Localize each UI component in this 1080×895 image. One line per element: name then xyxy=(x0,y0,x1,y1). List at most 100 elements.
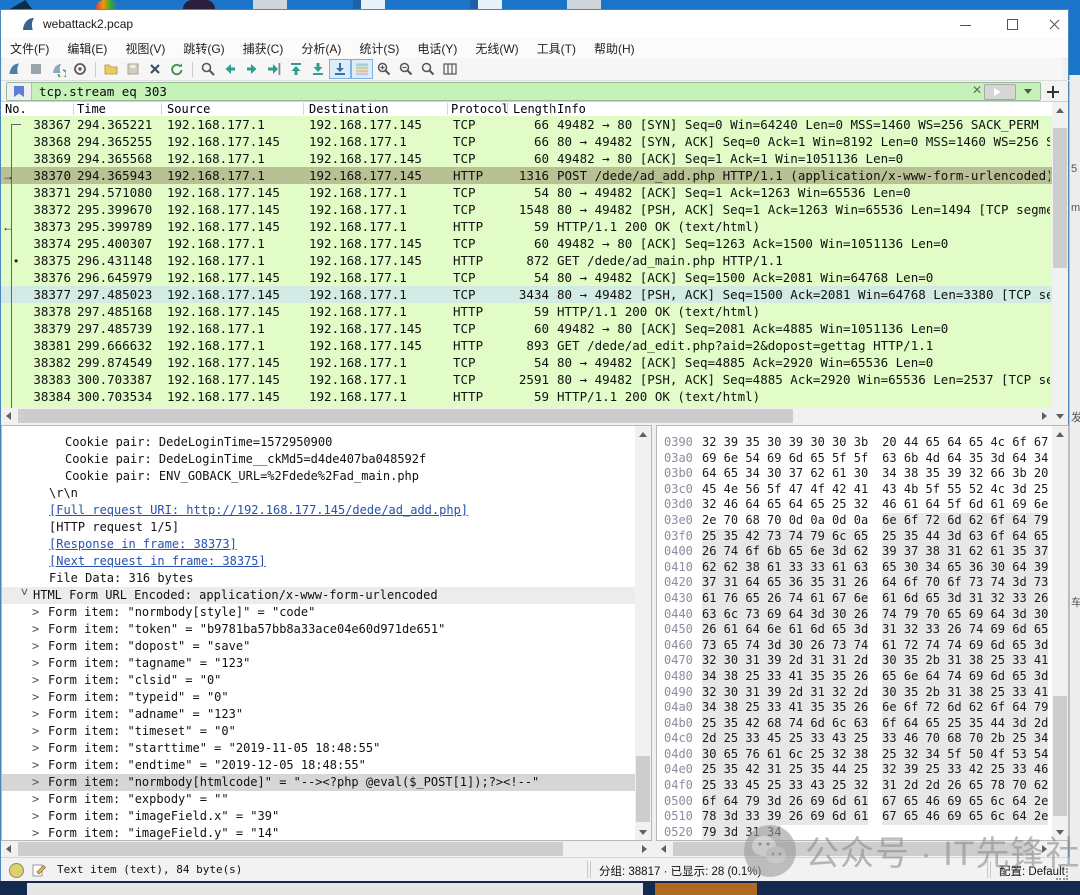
packet-row[interactable]: 38368294.365255192.168.177.145192.168.17… xyxy=(1,133,1052,150)
find-packet-icon[interactable] xyxy=(197,59,219,79)
bytes-vscrollbar[interactable] xyxy=(1052,426,1068,840)
hex-row[interactable]: 03f025 35 42 73 74 79 6c 6525 35 44 3d 6… xyxy=(657,529,1068,545)
column-header-destination[interactable]: Destination xyxy=(309,102,388,116)
scroll-down-arrow[interactable] xyxy=(1052,824,1068,840)
hex-row[interactable]: 03c045 4e 56 5f 47 4f 42 4143 4b 5f 55 5… xyxy=(657,482,1068,498)
detail-line[interactable]: >Form item: "normbody[htmlcode]" = "--><… xyxy=(2,774,651,791)
detail-line[interactable]: >HTML Form URL Encoded: application/x-ww… xyxy=(2,587,651,604)
packet-row[interactable]: 38378297.485168192.168.177.145192.168.17… xyxy=(1,303,1052,320)
colorize-icon[interactable] xyxy=(351,59,373,79)
packet-row[interactable]: 38377297.485023192.168.177.145192.168.17… xyxy=(1,286,1052,303)
menu-item-8[interactable]: 无线(W) xyxy=(466,38,527,57)
scroll-right-arrow[interactable] xyxy=(636,841,652,857)
column-header-no[interactable]: No. xyxy=(5,102,27,116)
expand-icon[interactable]: > xyxy=(32,638,48,655)
scrollbar-thumb[interactable] xyxy=(18,842,563,856)
maximize-button[interactable] xyxy=(996,10,1030,38)
detail-line[interactable]: [Full request URI: http://192.168.177.14… xyxy=(2,502,651,519)
scrollbar-thumb[interactable] xyxy=(673,842,1033,856)
expand-icon[interactable]: > xyxy=(32,689,48,706)
hex-row[interactable]: 040026 74 6f 6b 65 6e 3d 6239 37 38 31 6… xyxy=(657,544,1068,560)
zoom-out-icon[interactable] xyxy=(395,59,417,79)
expand-icon[interactable]: > xyxy=(32,672,48,689)
menu-item-9[interactable]: 工具(T) xyxy=(528,38,585,57)
scroll-down-arrow[interactable] xyxy=(1052,408,1068,424)
column-header-info[interactable]: Info xyxy=(557,102,586,116)
scrollbar-thumb[interactable] xyxy=(1053,696,1067,816)
detail-line[interactable]: >Form item: "typeid" = "0" xyxy=(2,689,651,706)
reload-file-icon[interactable] xyxy=(166,59,188,79)
hex-row[interactable]: 046073 65 74 3d 30 26 73 7461 72 74 74 6… xyxy=(657,638,1068,654)
hex-row[interactable]: 04e025 35 42 31 25 35 44 2532 39 25 33 4… xyxy=(657,762,1068,778)
expand-icon[interactable]: > xyxy=(32,757,48,774)
detail-line[interactable]: >Form item: "timeset" = "0" xyxy=(2,723,651,740)
packet-row[interactable]: 38369294.365568192.168.177.1192.168.177.… xyxy=(1,150,1052,167)
menu-item-6[interactable]: 统计(S) xyxy=(350,38,408,57)
open-file-icon[interactable] xyxy=(100,59,122,79)
scroll-up-arrow[interactable] xyxy=(635,426,651,442)
zoom-in-icon[interactable] xyxy=(373,59,395,79)
restart-capture-icon[interactable] xyxy=(47,59,69,79)
packet-list-hscrollbar[interactable] xyxy=(1,408,1052,424)
scroll-up-arrow[interactable] xyxy=(1052,426,1068,442)
packet-row[interactable]: 38382299.874549192.168.177.145192.168.17… xyxy=(1,354,1052,371)
hex-row[interactable]: 039032 39 35 30 39 30 30 3b20 44 65 64 6… xyxy=(657,435,1068,451)
filter-clear-icon[interactable]: ✕ xyxy=(972,83,982,97)
column-header-protocol[interactable]: Protocol xyxy=(451,102,509,116)
packet-row[interactable]: 38375296.431148192.168.177.1192.168.177.… xyxy=(1,252,1052,269)
packet-list-vscrollbar[interactable] xyxy=(1052,102,1068,424)
menu-item-3[interactable]: 跳转(G) xyxy=(174,38,233,57)
details-vscrollbar[interactable] xyxy=(635,426,651,840)
detail-line[interactable]: >Form item: "dopost" = "save" xyxy=(2,638,651,655)
auto-scroll-icon[interactable] xyxy=(329,59,351,79)
close-file-icon[interactable] xyxy=(144,59,166,79)
detail-line[interactable]: >Form item: "tagname" = "123" xyxy=(2,655,651,672)
hex-row[interactable]: 03d032 46 64 65 64 65 25 3246 61 64 5f 6… xyxy=(657,497,1068,513)
packet-row[interactable]: 38370294.365943192.168.177.1192.168.177.… xyxy=(1,167,1052,184)
detail-line[interactable]: \r\n xyxy=(2,485,651,502)
go-back-icon[interactable] xyxy=(219,59,241,79)
column-separator[interactable] xyxy=(161,103,162,115)
detail-line[interactable]: [Next request in frame: 38375] xyxy=(2,553,651,570)
expand-icon[interactable]: > xyxy=(32,723,48,740)
packet-row[interactable]: 38373295.399789192.168.177.145192.168.17… xyxy=(1,218,1052,235)
profile-status[interactable]: 配置: Default xyxy=(999,863,1065,879)
detail-line[interactable]: >Form item: "imageField.x" = "39" xyxy=(2,808,651,825)
hex-row[interactable]: 04c02d 25 33 45 25 33 43 2533 46 70 68 7… xyxy=(657,731,1068,747)
hex-row[interactable]: 048034 38 25 33 41 35 35 2665 6e 64 74 6… xyxy=(657,669,1068,685)
detail-line[interactable]: >Form item: "endtime" = "2019-12-05 18:4… xyxy=(2,757,651,774)
display-filter-input[interactable]: tcp.stream eq 303 ✕ xyxy=(6,82,1041,101)
hex-row[interactable]: 047032 30 31 39 2d 31 31 2d30 35 2b 31 3… xyxy=(657,653,1068,669)
resize-grip[interactable] xyxy=(1056,868,1068,880)
hex-row[interactable]: 049032 30 31 39 2d 31 32 2d30 35 2b 31 3… xyxy=(657,685,1068,701)
scrollbar-thumb[interactable] xyxy=(636,756,650,822)
menu-item-2[interactable]: 视图(V) xyxy=(116,38,174,57)
hex-row[interactable]: 042037 31 64 65 36 35 31 2664 6f 70 6f 7… xyxy=(657,575,1068,591)
expand-icon[interactable]: > xyxy=(32,706,48,723)
capture-options-icon[interactable] xyxy=(69,59,91,79)
collapse-icon[interactable]: > xyxy=(16,588,33,604)
filter-dropdown-icon[interactable] xyxy=(1024,89,1032,94)
menu-item-0[interactable]: 文件(F) xyxy=(1,38,58,57)
filter-add-button[interactable] xyxy=(1047,86,1059,98)
packet-row[interactable]: 38376296.645979192.168.177.145192.168.17… xyxy=(1,269,1052,286)
hex-row[interactable]: 03e02e 70 68 70 0d 0a 0d 0a6e 6f 72 6d 6… xyxy=(657,513,1068,529)
go-first-icon[interactable] xyxy=(285,59,307,79)
expand-icon[interactable]: > xyxy=(32,825,48,841)
scroll-right-arrow[interactable] xyxy=(1036,408,1052,424)
hex-row[interactable]: 04b025 35 42 68 74 6d 6c 636f 64 65 25 3… xyxy=(657,716,1068,732)
packet-row[interactable]: 38371294.571080192.168.177.145192.168.17… xyxy=(1,184,1052,201)
packet-row[interactable]: 38381299.666632192.168.177.1192.168.177.… xyxy=(1,337,1052,354)
scroll-right-arrow[interactable] xyxy=(1036,841,1052,857)
detail-line[interactable]: >Form item: "normbody[style]" = "code" xyxy=(2,604,651,621)
scroll-left-arrow[interactable] xyxy=(1,841,17,857)
hex-row[interactable]: 041062 62 38 61 33 33 61 6365 30 34 65 3… xyxy=(657,560,1068,576)
taskbar-item[interactable] xyxy=(655,883,757,895)
save-file-icon[interactable] xyxy=(122,59,144,79)
scroll-left-arrow[interactable] xyxy=(656,841,672,857)
detail-line[interactable]: File Data: 316 bytes xyxy=(2,570,651,587)
detail-line[interactable]: [Response in frame: 38373] xyxy=(2,536,651,553)
packet-row[interactable]: 38372295.399670192.168.177.145192.168.17… xyxy=(1,201,1052,218)
detail-line[interactable]: Cookie pair: DedeLoginTime__ckMd5=d4de40… xyxy=(2,451,651,468)
scrollbar-thumb[interactable] xyxy=(18,409,793,423)
